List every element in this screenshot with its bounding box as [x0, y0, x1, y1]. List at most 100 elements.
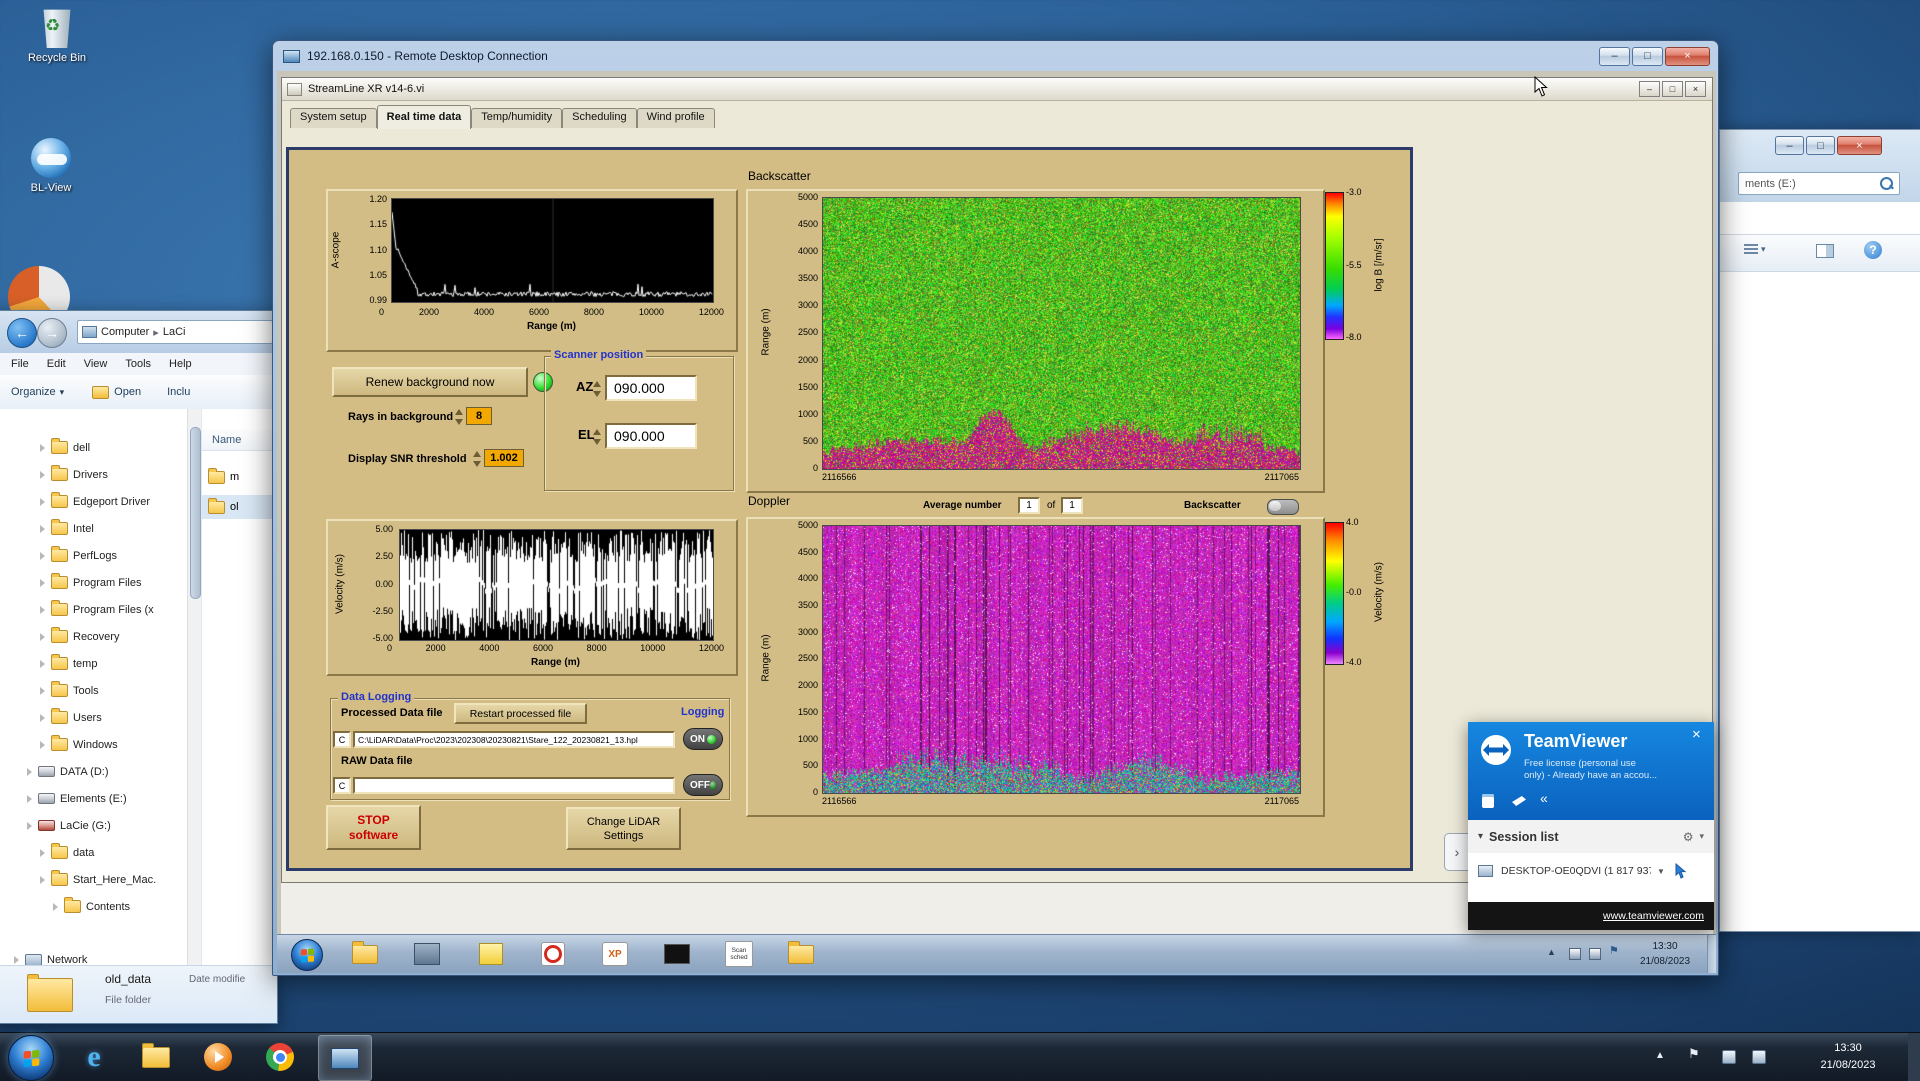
breadcrumb-folder[interactable]: LaCi: [163, 326, 186, 338]
labview-titlebar[interactable]: StreamLine XR v14-6.vi – □ ×: [282, 78, 1712, 101]
snr-spinner[interactable]: [473, 450, 482, 468]
remote-taskbar-icon-explorer[interactable]: [345, 938, 385, 970]
rdp-close-button[interactable]: ×: [1665, 47, 1710, 66]
tab-wind-profile[interactable]: Wind profile: [637, 108, 715, 128]
session-entry[interactable]: DESKTOP-OE0QDVI (1 817 937 ▼: [1468, 853, 1714, 889]
restart-processed-file-button[interactable]: Restart processed file: [454, 703, 587, 724]
remote-taskbar-icon-app[interactable]: [407, 938, 447, 970]
help-button[interactable]: ?: [1864, 241, 1882, 259]
processed-path-field[interactable]: C:\LiDAR\Data\Proc\2023\202308\20230821\…: [353, 731, 675, 748]
expander-icon[interactable]: [38, 497, 48, 507]
clipboard-icon[interactable]: [1482, 794, 1494, 808]
tree-item[interactable]: Tools: [0, 677, 187, 704]
expander-icon[interactable]: [12, 955, 22, 965]
menu-edit[interactable]: Edit: [47, 358, 66, 370]
remote-taskbar-icon-terminal[interactable]: [657, 938, 697, 970]
tree-item[interactable]: LaCie (G:): [0, 812, 187, 839]
open-button[interactable]: Open: [92, 386, 141, 399]
el-spinner[interactable]: [593, 428, 602, 446]
list-item[interactable]: m: [202, 465, 239, 489]
connect-cursor-icon[interactable]: [1675, 863, 1688, 879]
tab-scheduling[interactable]: Scheduling: [562, 108, 636, 128]
host-clock[interactable]: 13:30 21/08/2023: [1800, 1040, 1896, 1074]
desktop-icon-recycle-bin[interactable]: ♻ Recycle Bin: [18, 8, 96, 64]
vi-minimize-button[interactable]: –: [1639, 81, 1660, 97]
raw-drive-button[interactable]: C: [333, 777, 351, 794]
tree-item[interactable]: Elements (E:): [0, 785, 187, 812]
list-item[interactable]: ol: [202, 495, 277, 519]
tree-item[interactable]: data: [0, 839, 187, 866]
remote-taskbar-icon-folder[interactable]: [781, 938, 821, 970]
expander-icon[interactable]: [38, 578, 48, 588]
session-list-bar[interactable]: ▾ Session list ⚙ ▾: [1468, 820, 1714, 854]
breadcrumb-root[interactable]: Computer: [101, 326, 149, 338]
stop-software-button[interactable]: STOPsoftware: [326, 805, 421, 850]
desktop-icon-bl-view[interactable]: BL-View: [12, 138, 90, 194]
rays-spinner[interactable]: [455, 408, 464, 426]
raw-path-field[interactable]: [353, 777, 675, 794]
search-box[interactable]: ments (E:): [1738, 172, 1900, 195]
az-value[interactable]: 090.000: [605, 375, 697, 401]
collapse-arrows-icon[interactable]: «: [1540, 790, 1548, 806]
menu-tools[interactable]: Tools: [125, 358, 151, 370]
remote-tray-flag-icon[interactable]: ⚑: [1609, 944, 1619, 957]
include-button[interactable]: Inclu: [167, 386, 190, 398]
breadcrumb[interactable]: Computer ▸ LaCi: [77, 320, 273, 344]
tree-item[interactable]: Start_Here_Mac.: [0, 866, 187, 893]
teamviewer-chevron-tab[interactable]: ›: [1444, 833, 1469, 871]
expander-icon[interactable]: [38, 605, 48, 615]
expander-icon[interactable]: [25, 821, 35, 831]
preview-pane-icon[interactable]: [1816, 244, 1834, 258]
rdp-titlebar[interactable]: 192.168.0.150 - Remote Desktop Connectio…: [273, 41, 1718, 71]
menu-file[interactable]: File: [11, 358, 29, 370]
tree-scrollbar[interactable]: [187, 409, 201, 965]
tree-item[interactable]: Intel: [0, 515, 187, 542]
show-desktop-button[interactable]: [1908, 1033, 1920, 1081]
change-lidar-settings-button[interactable]: Change LiDARSettings: [566, 807, 681, 850]
expander-icon[interactable]: [38, 443, 48, 453]
tray-volume-icon[interactable]: [1722, 1050, 1736, 1064]
expander-icon[interactable]: [25, 767, 35, 777]
tree-item[interactable]: Recovery: [0, 623, 187, 650]
expander-icon[interactable]: [38, 875, 48, 885]
average-number-value[interactable]: 1: [1018, 497, 1040, 514]
processed-drive-button[interactable]: C: [333, 731, 351, 748]
expander-icon[interactable]: [38, 686, 48, 696]
forward-button[interactable]: →: [37, 318, 67, 348]
scrollbar-thumb[interactable]: [190, 427, 201, 599]
expander-icon[interactable]: [38, 848, 48, 858]
teamviewer-link[interactable]: www.teamviewer.com: [1603, 910, 1704, 922]
gear-icon[interactable]: ⚙: [1683, 830, 1694, 844]
menu-view[interactable]: View: [84, 358, 108, 370]
expander-icon[interactable]: [38, 659, 48, 669]
taskbar-icon-explorer[interactable]: [134, 1037, 178, 1077]
close-button[interactable]: ×: [1837, 136, 1882, 155]
taskbar-icon-media-player[interactable]: [196, 1037, 240, 1077]
tree-item[interactable]: PerfLogs: [0, 542, 187, 569]
tree-item[interactable]: Network: [0, 946, 187, 965]
expander-icon[interactable]: [38, 551, 48, 561]
expander-icon[interactable]: [51, 902, 61, 912]
tree-item[interactable]: Program Files (x: [0, 596, 187, 623]
raw-logging-toggle-off[interactable]: OFF: [683, 774, 723, 796]
processed-logging-toggle-on[interactable]: ON: [683, 728, 723, 750]
tree-item[interactable]: Program Files: [0, 569, 187, 596]
remote-start-button[interactable]: [291, 939, 323, 971]
minimize-button[interactable]: –: [1775, 136, 1804, 155]
entry-dropdown-icon[interactable]: ▼: [1657, 867, 1665, 876]
az-spinner[interactable]: [593, 380, 602, 398]
list-header-name[interactable]: Name: [202, 429, 277, 451]
remote-tray-chevron-icon[interactable]: ▲: [1547, 947, 1556, 957]
expander-icon[interactable]: [38, 470, 48, 480]
tray-chevron-icon[interactable]: ▲: [1655, 1050, 1665, 1061]
tab-temp-humidity[interactable]: Temp/humidity: [471, 108, 562, 128]
organize-button[interactable]: Organize ▾: [11, 386, 64, 398]
rdp-maximize-button[interactable]: □: [1632, 47, 1663, 66]
tree-item[interactable]: Edgeport Driver: [0, 488, 187, 515]
gear-dropdown-icon[interactable]: ▾: [1699, 831, 1704, 842]
tray-network-icon[interactable]: [1752, 1050, 1766, 1064]
remote-taskbar-icon-notes[interactable]: [471, 938, 511, 970]
backscatter-toggle-switch[interactable]: [1267, 499, 1299, 515]
maximize-button[interactable]: □: [1806, 136, 1835, 155]
remote-show-desktop-button[interactable]: [1707, 935, 1716, 973]
